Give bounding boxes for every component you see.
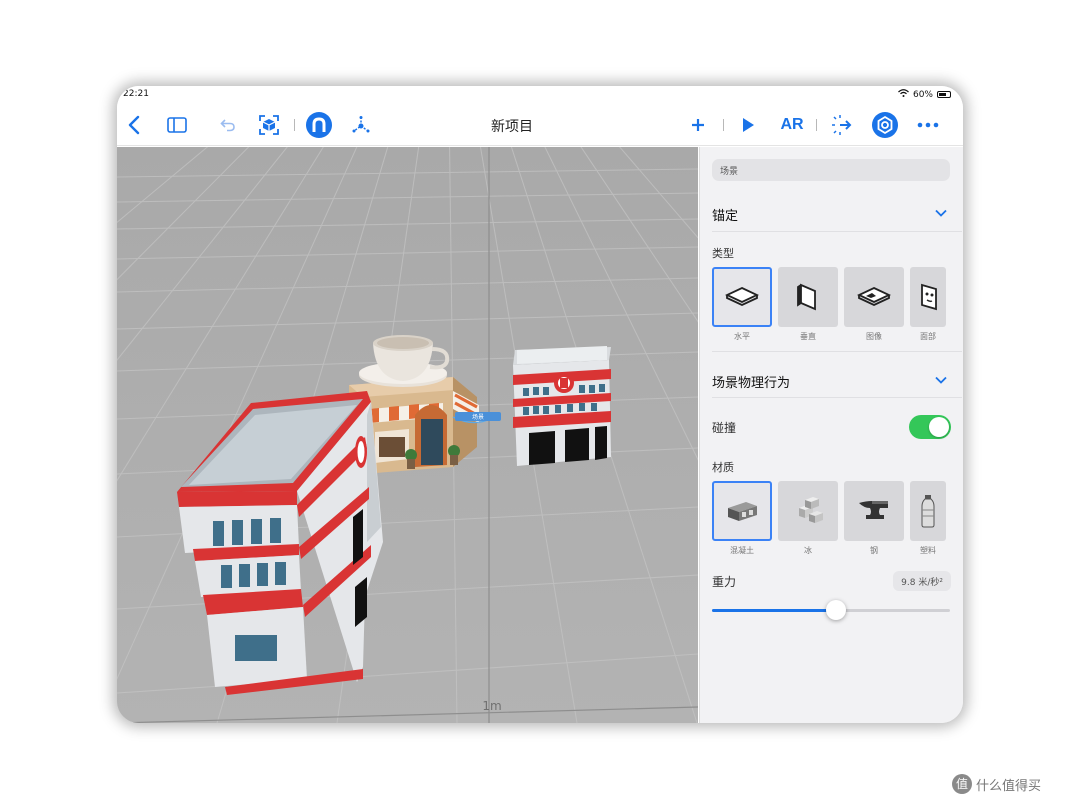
toolbar-separator — [294, 119, 295, 131]
divider — [712, 397, 962, 398]
ar-button[interactable]: AR — [777, 112, 807, 138]
material-caption: 钢 — [870, 546, 878, 555]
anchor-type-caption: 图像 — [866, 332, 882, 341]
anchor-type-caption: 水平 — [734, 332, 750, 341]
status-right: 60% — [898, 89, 951, 100]
material-concrete[interactable] — [712, 481, 772, 541]
toolbar-separator — [723, 119, 724, 131]
add-object-icon — [259, 115, 279, 135]
snap-button[interactable] — [305, 112, 333, 138]
anchoring-section-title[interactable]: 锚定 — [712, 205, 738, 224]
image-anchor-icon — [857, 287, 891, 306]
material-caption: 塑料 — [920, 546, 936, 555]
chevron-left-icon — [128, 115, 140, 135]
material-caption: 混凝土 — [730, 546, 754, 555]
ice-icon — [799, 497, 823, 523]
anchor-type-caption: 垂直 — [800, 332, 816, 341]
behaviors-button[interactable] — [829, 112, 855, 138]
back-button[interactable] — [123, 112, 145, 138]
horizontal-plane-icon — [725, 287, 759, 306]
collision-toggle[interactable] — [909, 415, 951, 439]
anchor-type-horizontal[interactable] — [712, 267, 772, 327]
sidebar-icon — [167, 117, 187, 133]
material-captions: 混凝土 冰 钢 塑料 — [712, 545, 946, 556]
ipad-screen: 22:21 60% 新项目 AR 场景 1m 场景 锚定 类型 水平 垂直 图像… — [117, 86, 963, 723]
entity-name-field[interactable]: 场景 — [712, 159, 950, 181]
gravity-label: 重力 — [712, 575, 737, 589]
physics-section-title[interactable]: 场景物理行为 — [712, 372, 790, 391]
anchor-type-image[interactable] — [844, 267, 904, 327]
fire-station-small-model[interactable] — [513, 346, 611, 466]
object-library-button[interactable] — [257, 112, 281, 138]
properties-button[interactable] — [871, 112, 899, 138]
concrete-icon — [728, 502, 757, 521]
anchor-type-captions: 水平 垂直 图像 面部 — [712, 331, 946, 342]
material-caption: 冰 — [804, 546, 812, 555]
gravity-value-field[interactable]: 9.8 米/秒² — [893, 571, 951, 591]
watermark: 值 什么值得买 — [952, 774, 1041, 794]
material-label: 材质 — [712, 461, 734, 474]
more-button[interactable] — [915, 112, 941, 138]
vertical-plane-icon — [797, 283, 816, 311]
plus-icon — [692, 119, 704, 131]
material-steel[interactable] — [844, 481, 904, 541]
status-bar: 22:21 60% — [117, 86, 963, 104]
watermark-text: 什么值得买 — [976, 778, 1042, 794]
scene-canvas[interactable]: 场景 1m — [117, 147, 698, 723]
gear-icon — [872, 112, 898, 138]
collision-label: 碰撞 — [712, 421, 737, 435]
anchor-type-face[interactable] — [910, 267, 946, 327]
divider — [712, 231, 962, 232]
material-tiles — [712, 481, 946, 541]
anchor-type-tiles — [712, 267, 946, 327]
status-time: 22:21 — [123, 89, 149, 99]
face-anchor-icon — [921, 283, 937, 311]
toolbar-separator — [816, 119, 817, 131]
gravity-slider-thumb[interactable] — [825, 600, 846, 620]
toolbar: 新项目 AR — [117, 104, 963, 146]
play-button[interactable] — [737, 112, 759, 138]
material-plastic[interactable] — [910, 481, 946, 541]
anchor-type-vertical[interactable] — [778, 267, 838, 327]
gravity-slider-fill — [712, 609, 836, 612]
magnet-icon — [306, 112, 332, 138]
wifi-icon — [898, 89, 909, 100]
battery-percent: 60% — [912, 89, 933, 100]
gravity-slider[interactable] — [712, 600, 950, 620]
play-icon — [743, 118, 754, 132]
anchor-type-caption: 面部 — [920, 332, 936, 341]
behaviors-arrow-icon — [832, 115, 852, 135]
chevron-down-icon[interactable] — [935, 209, 947, 217]
undo-icon — [220, 119, 235, 132]
anchor-type-label: 类型 — [712, 247, 734, 260]
transform-axes-icon — [352, 116, 370, 133]
plastic-bottle-icon — [921, 495, 935, 528]
watermark-logo: 值 — [952, 774, 972, 794]
anchor-tag[interactable]: 场景 — [452, 412, 501, 424]
battery-icon — [937, 91, 951, 98]
anchor-tag-label: 场景 — [472, 413, 484, 421]
transform-button[interactable] — [349, 112, 373, 138]
undo-button[interactable] — [217, 112, 239, 138]
chevron-down-icon[interactable] — [935, 376, 947, 384]
scale-label: 1m — [482, 699, 501, 713]
ellipsis-icon — [917, 122, 939, 128]
sidebar-toggle-button[interactable] — [165, 112, 189, 138]
inspector-panel: 场景 锚定 类型 水平 垂直 图像 面部 场景物理行为 碰撞 材质 混凝土 冰 … — [699, 147, 963, 723]
divider — [712, 351, 962, 352]
project-title: 新项目 — [491, 119, 533, 135]
add-button[interactable] — [687, 112, 709, 138]
scene-viewport[interactable]: 场景 1m — [117, 147, 698, 723]
steel-anvil-icon — [859, 501, 888, 519]
material-ice[interactable] — [778, 481, 838, 541]
